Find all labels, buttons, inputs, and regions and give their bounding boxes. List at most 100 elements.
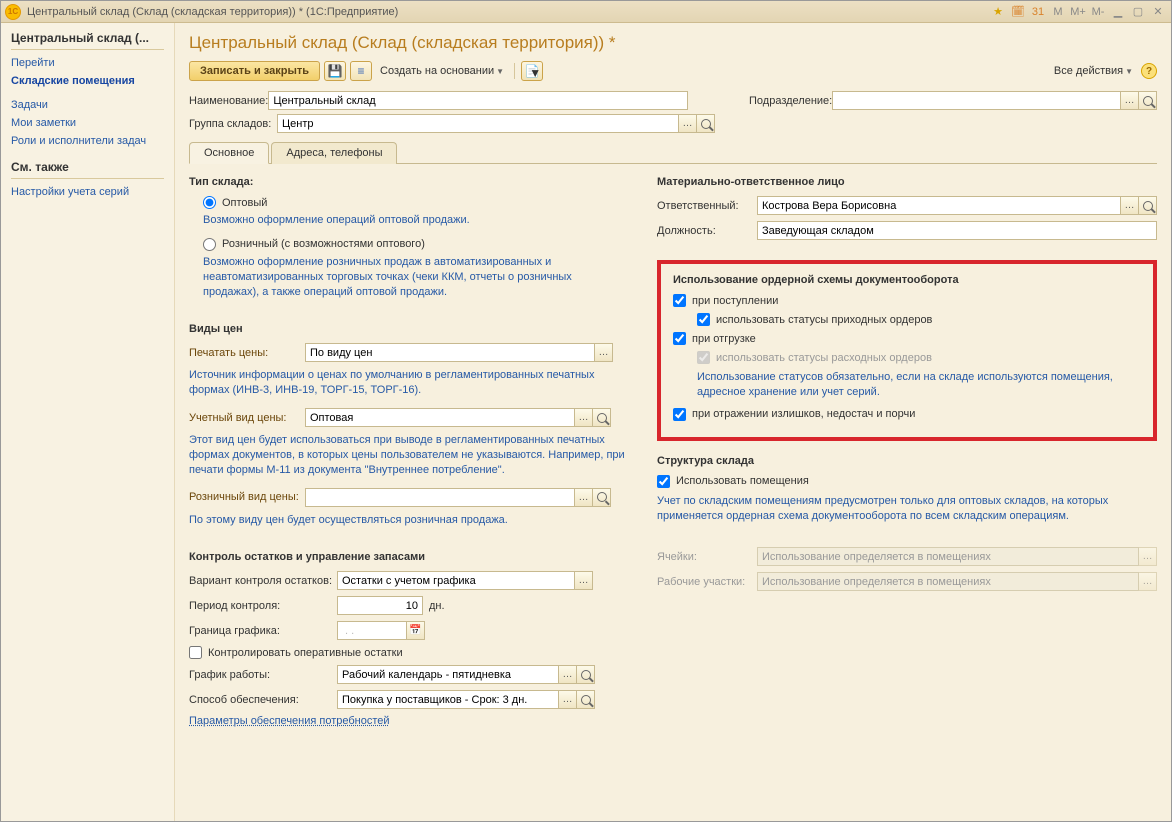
radio-retail-label: Розничный (с возможностями оптового) bbox=[222, 238, 425, 250]
magnify-icon bbox=[1143, 201, 1153, 211]
retail-price-ellipsis[interactable]: … bbox=[575, 488, 593, 507]
stock-section-title: Контроль остатков и управление запасами bbox=[189, 551, 629, 563]
period-label: Период контроля: bbox=[189, 600, 337, 612]
calc-m-button[interactable]: M bbox=[1049, 4, 1067, 20]
areas-label: Рабочие участки: bbox=[657, 576, 757, 588]
border-field[interactable] bbox=[337, 621, 407, 640]
calendar-icon[interactable]: 31 bbox=[1029, 4, 1047, 20]
chk-receipt-status[interactable] bbox=[697, 313, 710, 326]
supply-search[interactable] bbox=[577, 690, 595, 709]
border-calendar-button[interactable]: 📅 bbox=[407, 621, 425, 640]
retail-price-label: Розничный вид цены: bbox=[189, 491, 305, 503]
minimize-button[interactable]: ▁ bbox=[1109, 4, 1127, 20]
cells-ellipsis: … bbox=[1139, 547, 1157, 566]
window-title: Центральный склад (Склад (складская терр… bbox=[27, 6, 987, 18]
sidebar-roles[interactable]: Роли и исполнители задач bbox=[11, 132, 164, 150]
period-unit: дн. bbox=[429, 600, 445, 612]
prices-section-title: Виды цен bbox=[189, 323, 629, 335]
group-label: Группа складов: bbox=[189, 118, 277, 130]
dept-field[interactable] bbox=[832, 91, 1121, 110]
acc-price-search[interactable] bbox=[593, 408, 611, 427]
tab-main[interactable]: Основное bbox=[189, 142, 269, 164]
schedule-ellipsis[interactable]: … bbox=[559, 665, 577, 684]
variant-field[interactable] bbox=[337, 571, 575, 590]
magnify-icon bbox=[597, 413, 607, 423]
sidebar-premises[interactable]: Складские помещения bbox=[11, 72, 164, 90]
order-section-title: Использование ордерной схемы документооб… bbox=[673, 274, 1141, 286]
chk-shipment-status-label: использовать статусы расходных ордеров bbox=[716, 352, 932, 364]
chk-use-premises-label: Использовать помещения bbox=[676, 475, 809, 487]
calc-mminus-button[interactable]: M- bbox=[1089, 4, 1107, 20]
cells-field bbox=[757, 547, 1139, 566]
resp-label: Ответственный: bbox=[657, 200, 757, 212]
print-prices-ellipsis[interactable]: … bbox=[595, 343, 613, 362]
schedule-search[interactable] bbox=[577, 665, 595, 684]
calc-mplus-button[interactable]: M+ bbox=[1069, 4, 1087, 20]
retail-price-search[interactable] bbox=[593, 488, 611, 507]
resp-section-title: Материально-ответственное лицо bbox=[657, 176, 1157, 188]
schedule-field[interactable] bbox=[337, 665, 559, 684]
sidebar-goto[interactable]: Перейти bbox=[11, 54, 164, 72]
chk-on-receipt[interactable] bbox=[673, 294, 686, 307]
dept-label: Подразделение: bbox=[749, 95, 832, 107]
magnify-icon bbox=[701, 119, 711, 129]
wholesale-hint: Возможно оформление операций оптовой про… bbox=[203, 213, 629, 228]
pos-field[interactable] bbox=[757, 221, 1157, 240]
operative-label: Контролировать оперативные остатки bbox=[208, 647, 403, 659]
magnify-icon bbox=[1143, 96, 1153, 106]
create-based-button[interactable]: Создать на основании▼ bbox=[376, 65, 508, 77]
schedule-icon[interactable]: 🗓 bbox=[1009, 4, 1027, 20]
save-icon[interactable]: 💾 bbox=[324, 61, 346, 81]
print-prices-field[interactable] bbox=[305, 343, 595, 362]
radio-wholesale[interactable] bbox=[203, 196, 216, 209]
sidebar: Центральный склад (... Перейти Складские… bbox=[1, 23, 175, 821]
group-field[interactable] bbox=[277, 114, 679, 133]
struct-hint: Учет по складским помещениям предусмотре… bbox=[657, 494, 1157, 524]
supply-label: Способ обеспечения: bbox=[189, 694, 337, 706]
name-field[interactable] bbox=[268, 91, 688, 110]
resp-field[interactable] bbox=[757, 196, 1121, 215]
toolbar: Записать и закрыть 💾 ≡ Создать на основа… bbox=[189, 61, 1157, 81]
save-close-button[interactable]: Записать и закрыть bbox=[189, 61, 320, 81]
variant-ellipsis[interactable]: … bbox=[575, 571, 593, 590]
chk-on-shipment[interactable] bbox=[673, 332, 686, 345]
radio-retail[interactable] bbox=[203, 238, 216, 251]
close-button[interactable]: ✕ bbox=[1149, 4, 1167, 20]
print-prices-label: Печатать цены: bbox=[189, 347, 305, 359]
areas-field bbox=[757, 572, 1139, 591]
retail-price-hint: По этому виду цен будет осуществляться р… bbox=[189, 513, 629, 528]
chk-on-surplus[interactable] bbox=[673, 408, 686, 421]
favorite-icon[interactable]: ★ bbox=[989, 4, 1007, 20]
variant-label: Вариант контроля остатков: bbox=[189, 575, 337, 587]
maximize-button[interactable]: ▢ bbox=[1129, 4, 1147, 20]
supply-ellipsis[interactable]: … bbox=[559, 690, 577, 709]
acc-price-field[interactable] bbox=[305, 408, 575, 427]
resp-search[interactable] bbox=[1139, 196, 1157, 215]
dept-search-button[interactable] bbox=[1139, 91, 1157, 110]
retail-price-field[interactable] bbox=[305, 488, 575, 507]
sidebar-tasks[interactable]: Задачи bbox=[11, 96, 164, 114]
chk-use-premises[interactable] bbox=[657, 475, 670, 488]
radio-wholesale-label: Оптовый bbox=[222, 197, 267, 209]
sidebar-notes[interactable]: Мои заметки bbox=[11, 114, 164, 132]
resp-ellipsis[interactable]: … bbox=[1121, 196, 1139, 215]
sidebar-series-settings[interactable]: Настройки учета серий bbox=[11, 183, 164, 201]
reports-icon[interactable]: 📄▼ bbox=[521, 61, 543, 81]
operative-checkbox[interactable] bbox=[189, 646, 202, 659]
acc-price-ellipsis[interactable]: … bbox=[575, 408, 593, 427]
supply-field[interactable] bbox=[337, 690, 559, 709]
pos-label: Должность: bbox=[657, 225, 757, 237]
magnify-icon bbox=[581, 670, 591, 680]
struct-section-title: Структура склада bbox=[657, 455, 1157, 467]
type-section-title: Тип склада: bbox=[189, 176, 629, 188]
page-title: Центральный склад (Склад (складская терр… bbox=[189, 33, 1157, 53]
period-field[interactable] bbox=[337, 596, 423, 615]
supply-params-link[interactable]: Параметры обеспечения потребностей bbox=[189, 715, 629, 727]
dept-ellipsis-button[interactable]: … bbox=[1121, 91, 1139, 110]
list-icon[interactable]: ≡ bbox=[350, 61, 372, 81]
group-ellipsis-button[interactable]: … bbox=[679, 114, 697, 133]
group-search-button[interactable] bbox=[697, 114, 715, 133]
tab-addresses[interactable]: Адреса, телефоны bbox=[271, 142, 397, 164]
all-actions-button[interactable]: Все действия▼ bbox=[1050, 65, 1137, 77]
help-icon[interactable]: ? bbox=[1141, 63, 1157, 79]
